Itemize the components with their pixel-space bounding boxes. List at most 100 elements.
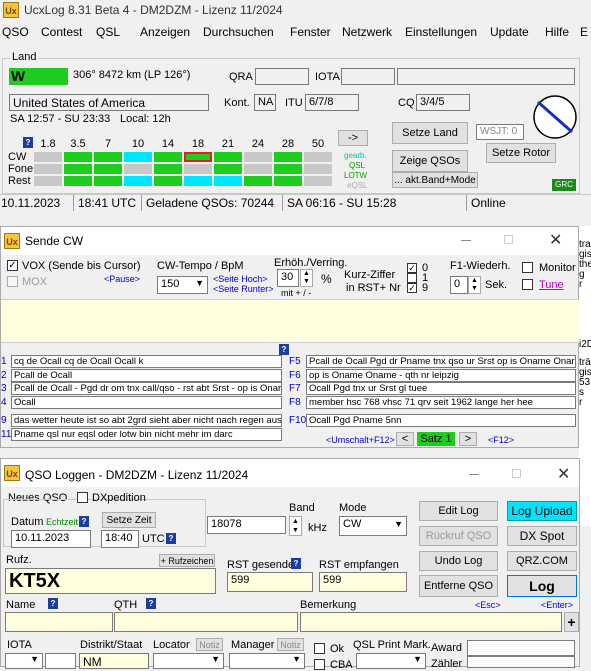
band-cell-cw-1[interactable] bbox=[64, 152, 92, 162]
band-cell-cw-8[interactable] bbox=[274, 152, 302, 162]
zeit-field[interactable]: 18:40 bbox=[101, 530, 139, 548]
cw-minimize-icon[interactable] bbox=[461, 240, 471, 241]
log-upload-button[interactable]: Log Upload bbox=[507, 501, 577, 521]
rueckruf-button[interactable]: Rückruf QSO bbox=[419, 526, 498, 546]
band-cell-rest-3[interactable] bbox=[124, 176, 152, 186]
band-cell-rest-4[interactable] bbox=[154, 176, 182, 186]
qso-minimize-icon[interactable] bbox=[469, 474, 479, 475]
dxped-checkbox[interactable] bbox=[77, 492, 88, 503]
edit-log-button[interactable]: Edit Log bbox=[419, 501, 498, 521]
ok-checkbox[interactable] bbox=[314, 643, 325, 654]
macro-field-right-4[interactable]: Ocall Pgd Pname 5nn bbox=[306, 414, 576, 427]
name-field[interactable] bbox=[5, 612, 113, 632]
band-cell-cw-7[interactable] bbox=[244, 152, 272, 162]
utc-help-icon[interactable]: ? bbox=[166, 533, 176, 544]
award-field[interactable] bbox=[467, 640, 575, 656]
datum-help-icon[interactable]: ? bbox=[79, 516, 89, 527]
setze-land-button[interactable]: Setze Land bbox=[392, 122, 468, 144]
notiz-button-1[interactable]: Notiz bbox=[196, 638, 223, 651]
qso-close-icon[interactable]: ✕ bbox=[557, 464, 570, 484]
log-button[interactable]: Log bbox=[507, 575, 577, 597]
rst-g-field[interactable]: 599 bbox=[227, 572, 313, 592]
vox-checkbox[interactable]: ✓ bbox=[7, 260, 18, 271]
mode-select[interactable]: CW ▼ bbox=[339, 516, 407, 536]
menu-qso[interactable]: QSO bbox=[2, 25, 29, 39]
qrz-button[interactable]: QRZ.COM bbox=[507, 551, 577, 571]
f1-field[interactable]: 0 bbox=[450, 276, 468, 294]
band-cell-fone-0[interactable] bbox=[34, 164, 62, 174]
macro-field-left-1[interactable]: Pcall de Ocall bbox=[11, 369, 282, 382]
zeige-qsos-button[interactable]: Zeige QSOs bbox=[392, 150, 468, 172]
notiz-button-2[interactable]: Notiz bbox=[277, 638, 304, 651]
tempo-select[interactable]: 150 ▼ bbox=[157, 276, 208, 294]
rst-e-field[interactable]: 599 bbox=[319, 572, 407, 592]
band-field[interactable]: 18078 bbox=[207, 516, 286, 534]
macro-field-left-0[interactable]: cq de Ocall cq de Ocall Ocall k bbox=[11, 355, 282, 368]
entferne-button[interactable]: Entferne QSO bbox=[419, 575, 498, 597]
band-cell-fone-9[interactable] bbox=[304, 164, 332, 174]
bemerkung-plus-button[interactable]: + bbox=[564, 612, 579, 632]
erhoeh-field[interactable]: 30 bbox=[277, 269, 299, 287]
menu-einstellungen[interactable]: Einstellungen bbox=[405, 25, 477, 39]
band-cell-rest-9[interactable] bbox=[304, 176, 332, 186]
name-help-icon[interactable]: ? bbox=[48, 598, 58, 609]
band-cell-fone-2[interactable] bbox=[94, 164, 122, 174]
menu-qsl[interactable]: QSL bbox=[96, 25, 120, 39]
cba-checkbox[interactable] bbox=[314, 659, 325, 670]
undo-log-button[interactable]: Undo Log bbox=[419, 551, 498, 571]
band-cell-rest-1[interactable] bbox=[64, 176, 92, 186]
next-satz-button[interactable]: > bbox=[459, 432, 477, 446]
band-cell-cw-4[interactable] bbox=[154, 152, 182, 162]
cw-close-icon[interactable]: ✕ bbox=[549, 230, 562, 250]
band-cell-fone-6[interactable] bbox=[214, 164, 242, 174]
zaehler-field[interactable] bbox=[467, 656, 575, 668]
band-cell-fone-8[interactable] bbox=[274, 164, 302, 174]
prev-satz-button[interactable]: < bbox=[396, 432, 414, 446]
macro-field-left-5[interactable]: Pname qsl nur eqsl oder lotw bin nicht m… bbox=[11, 428, 282, 441]
band-cell-cw-6[interactable] bbox=[214, 152, 242, 162]
band-cell-fone-7[interactable] bbox=[244, 164, 272, 174]
band-cell-fone-5[interactable] bbox=[184, 164, 212, 174]
tune-checkbox[interactable] bbox=[522, 279, 533, 290]
kurz-check-0[interactable]: ✓ bbox=[407, 263, 417, 273]
band-help-icon[interactable]: ? bbox=[23, 137, 33, 148]
menu-hilfe[interactable]: Hilfe bbox=[545, 25, 569, 39]
akt-band-mode-button[interactable]: ... akt.Band+Mode bbox=[392, 172, 478, 188]
setze-rotor-button[interactable]: Setze Rotor bbox=[486, 143, 556, 163]
band-cell-rest-6[interactable] bbox=[214, 176, 242, 186]
erhoeh-spinner[interactable]: ▲ ▼ bbox=[300, 269, 313, 287]
macro-field-left-3[interactable]: Ocall bbox=[11, 396, 282, 409]
band-cell-rest-8[interactable] bbox=[274, 176, 302, 186]
band-cell-rest-7[interactable] bbox=[244, 176, 272, 186]
macro-field-right-3[interactable]: member hsc 768 vhsc 71 qrv seit 1962 lan… bbox=[306, 396, 576, 409]
cw-help-icon[interactable]: ? bbox=[279, 344, 289, 355]
macro-field-right-0[interactable]: Pcall de Ocall Pgd dr Pname tnx qso ur S… bbox=[306, 355, 576, 368]
band-cell-cw-3[interactable] bbox=[124, 152, 152, 162]
menu-netzwerk[interactable]: Netzwerk bbox=[342, 25, 392, 39]
band-cell-fone-1[interactable] bbox=[64, 164, 92, 174]
menu-fenster[interactable]: Fenster bbox=[290, 25, 331, 39]
menu-e[interactable]: E bbox=[580, 25, 588, 39]
qso-maximize-icon[interactable] bbox=[512, 469, 521, 478]
dx-spot-button[interactable]: DX Spot bbox=[507, 526, 577, 546]
band-cell-cw-2[interactable] bbox=[94, 152, 122, 162]
mox-checkbox[interactable] bbox=[7, 276, 18, 287]
menu-update[interactable]: Update bbox=[490, 25, 529, 39]
band-cell-rest-5[interactable] bbox=[184, 176, 212, 186]
f1-spinner[interactable]: ▲ ▼ bbox=[468, 276, 481, 294]
band-cell-cw-5[interactable] bbox=[184, 152, 212, 162]
band-cell-fone-3[interactable] bbox=[124, 164, 152, 174]
setze-zeit-button[interactable]: Setze Zeit bbox=[102, 512, 156, 528]
band-cell-cw-0[interactable] bbox=[34, 152, 62, 162]
menu-durchsuchen[interactable]: Durchsuchen bbox=[203, 25, 274, 39]
menu-contest[interactable]: Contest bbox=[41, 25, 82, 39]
qth-field[interactable] bbox=[114, 612, 298, 632]
macro-field-right-2[interactable]: Ocall Pgd tnx ur Srst gl tuee bbox=[306, 382, 576, 395]
kurz-check-2[interactable]: ✓ bbox=[407, 283, 417, 293]
rst-help-icon[interactable]: ? bbox=[291, 558, 301, 569]
datum-field[interactable]: 10.11.2023 bbox=[11, 530, 91, 548]
cw-text-area[interactable] bbox=[1, 299, 579, 343]
monitor-checkbox[interactable] bbox=[522, 262, 533, 273]
macro-field-left-4[interactable]: das wetter heute ist so abt 2grd sieht a… bbox=[11, 414, 282, 427]
macro-field-right-1[interactable]: op is Oname Oname - qth nr leipzig bbox=[306, 369, 576, 382]
